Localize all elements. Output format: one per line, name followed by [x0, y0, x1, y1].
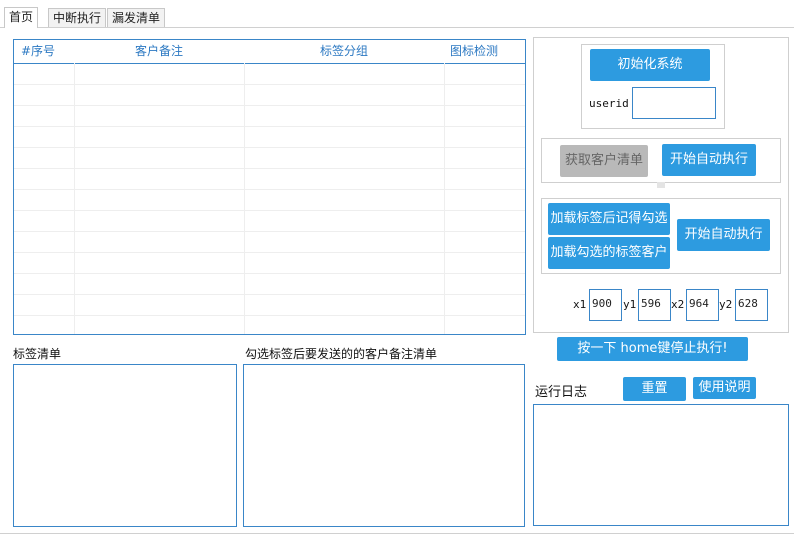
tab-missed-list[interactable]: 漏发清单 [107, 8, 166, 27]
tab-interrupt[interactable]: 中断执行 [48, 8, 107, 27]
x2-input[interactable]: 964 [686, 289, 719, 321]
x1-input[interactable]: 900 [589, 289, 622, 321]
table-row [14, 231, 525, 253]
table-row [14, 210, 525, 232]
col-icon-check[interactable]: 图标检测 [450, 40, 498, 63]
splitter-handle [657, 182, 665, 188]
table-row [14, 105, 525, 127]
run-log-box[interactable] [533, 404, 789, 526]
load-tags-button[interactable]: 加载标签后记得勾选 [548, 203, 670, 235]
grid-header: #序号 客户备注 标签分组 图标检测 [14, 40, 525, 64]
y1-label: y1 [623, 298, 637, 311]
tab-home[interactable]: 首页 [4, 7, 39, 28]
table-row [14, 63, 525, 85]
table-row [14, 168, 525, 190]
col-index[interactable]: #序号 [21, 40, 55, 63]
get-clients-button[interactable]: 获取客户清单 [560, 145, 648, 177]
col-client-remark[interactable]: 客户备注 [135, 40, 183, 63]
stop-hint-button[interactable]: 按一下 home键停止执行! [557, 337, 748, 361]
init-system-button[interactable]: 初始化系统 [590, 49, 710, 81]
x1-label: x1 [573, 298, 587, 311]
table-row [14, 189, 525, 211]
table-row [14, 126, 525, 148]
y2-label: y2 [719, 298, 733, 311]
remark-list-label: 勾选标签后要发送的的客户备注清单 [245, 347, 438, 361]
y1-input[interactable]: 596 [638, 289, 671, 321]
table-row [14, 273, 525, 295]
status-divider [0, 533, 794, 534]
table-row [14, 147, 525, 169]
run-log-label: 运行日志 [535, 385, 588, 400]
help-button[interactable]: 使用说明 [693, 377, 756, 399]
reset-button[interactable]: 重置 [623, 377, 686, 401]
col-tag-group[interactable]: 标签分组 [320, 40, 368, 63]
auto-execute-button-1[interactable]: 开始自动执行 [662, 144, 756, 176]
tag-list-label: 标签清单 [13, 347, 62, 361]
tag-list-box[interactable] [13, 364, 237, 527]
load-checked-tags-button[interactable]: 加载勾选的标签客户 [548, 237, 670, 269]
userid-label: userid [589, 97, 629, 110]
x2-label: x2 [671, 298, 685, 311]
userid-input[interactable] [632, 87, 716, 119]
table-row [14, 84, 525, 106]
auto-execute-button-2[interactable]: 开始自动执行 [677, 219, 770, 251]
client-grid[interactable]: #序号 客户备注 标签分组 图标检测 [13, 39, 526, 335]
tab-divider [0, 27, 794, 28]
table-row [14, 294, 525, 316]
table-row [14, 252, 525, 274]
remark-list-box[interactable] [243, 364, 525, 527]
y2-input[interactable]: 628 [735, 289, 768, 321]
